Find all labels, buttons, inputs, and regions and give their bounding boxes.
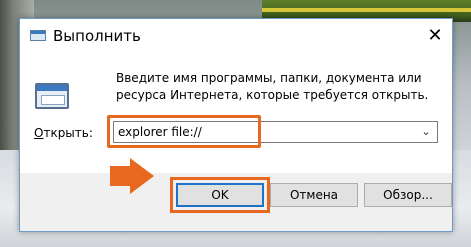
cancel-button[interactable]: Отмена	[270, 183, 358, 207]
chevron-down-icon[interactable]: ⌄	[419, 124, 433, 140]
open-label: Открыть:	[34, 126, 93, 140]
instruction-text: Введите имя программы, папки, документа …	[116, 71, 429, 102]
run-window-icon	[35, 83, 69, 109]
dialog-body: Введите имя программы, папки, документа …	[20, 53, 452, 173]
button-bar: OK Отмена Обзор...	[20, 173, 452, 231]
window-title: Выполнить	[53, 27, 141, 45]
browse-button[interactable]: Обзор...	[364, 183, 452, 207]
background-train-stripe	[262, 8, 471, 12]
title-bar: Выполнить ✕	[20, 19, 452, 53]
ok-button[interactable]: OK	[176, 183, 264, 207]
run-window-icon	[30, 30, 46, 41]
arrow-right-icon	[110, 158, 154, 194]
input-highlight-frame	[107, 115, 261, 148]
close-icon[interactable]: ✕	[418, 19, 452, 53]
run-dialog: Выполнить ✕ Введите имя программы, папки…	[19, 18, 453, 232]
open-label-text: ткрыть:	[43, 126, 93, 140]
